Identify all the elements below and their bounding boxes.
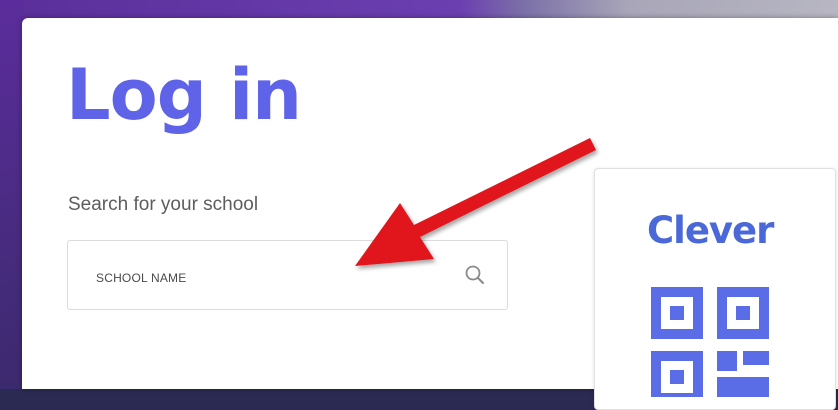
red-arrow-icon [355, 138, 596, 266]
